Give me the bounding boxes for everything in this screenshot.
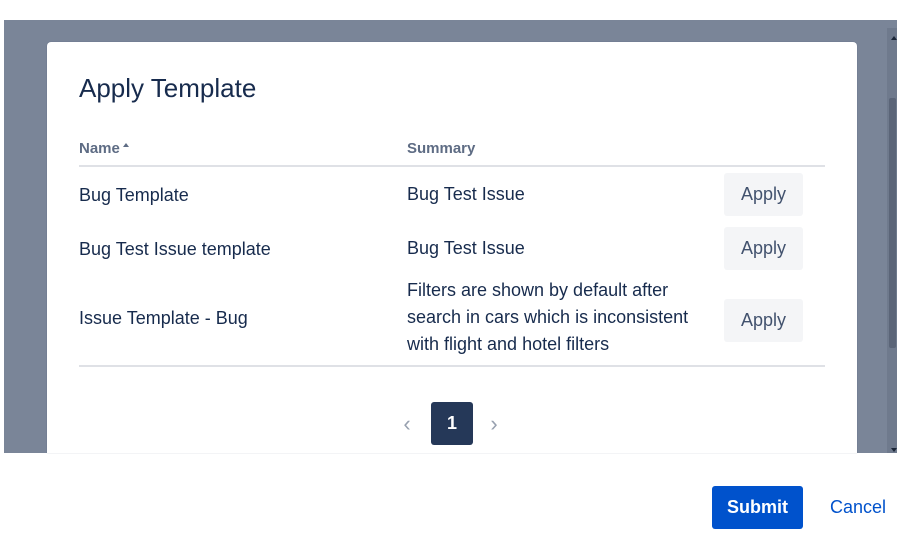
chevron-right-icon[interactable]: › xyxy=(484,413,504,435)
page-button-current[interactable]: 1 xyxy=(431,402,473,445)
dialog-title: Apply Template xyxy=(79,73,257,103)
template-summary: Bug Test Issue xyxy=(407,184,525,204)
apply-button[interactable]: Apply xyxy=(724,227,803,270)
table-header: Name Summary xyxy=(79,138,825,167)
template-name: Issue Template - Bug xyxy=(79,308,248,328)
column-header-name[interactable]: Name xyxy=(79,140,129,157)
scroll-down-arrow-icon[interactable] xyxy=(891,448,897,452)
apply-template-dialog: Apply Template Name Summary Bug Template… xyxy=(47,42,857,453)
screen: Apply Template Name Summary Bug Template… xyxy=(0,0,910,542)
template-summary: Bug Test Issue xyxy=(407,238,525,258)
sort-ascending-icon xyxy=(122,143,129,147)
template-summary: Filters are shown by default after searc… xyxy=(407,280,689,354)
cancel-button[interactable]: Cancel xyxy=(830,497,886,518)
submit-button[interactable]: Submit xyxy=(712,486,803,529)
templates-table: Name Summary Bug Template Bug Test Issue… xyxy=(79,138,825,367)
template-name: Bug Template xyxy=(79,185,189,205)
column-header-name-label: Name xyxy=(79,140,120,157)
chevron-left-icon[interactable]: ‹ xyxy=(397,413,417,435)
column-header-summary[interactable]: Summary xyxy=(407,140,475,157)
table-row: Bug Template Bug Test Issue Apply xyxy=(79,167,825,221)
apply-button[interactable]: Apply xyxy=(724,299,803,342)
apply-button[interactable]: Apply xyxy=(724,173,803,216)
scroll-up-arrow-icon[interactable] xyxy=(891,36,897,40)
table-row: Issue Template - Bug Filters are shown b… xyxy=(79,275,825,367)
scrollbar-thumb[interactable] xyxy=(889,98,896,348)
table-row: Bug Test Issue template Bug Test Issue A… xyxy=(79,221,825,275)
template-name: Bug Test Issue template xyxy=(79,239,271,259)
